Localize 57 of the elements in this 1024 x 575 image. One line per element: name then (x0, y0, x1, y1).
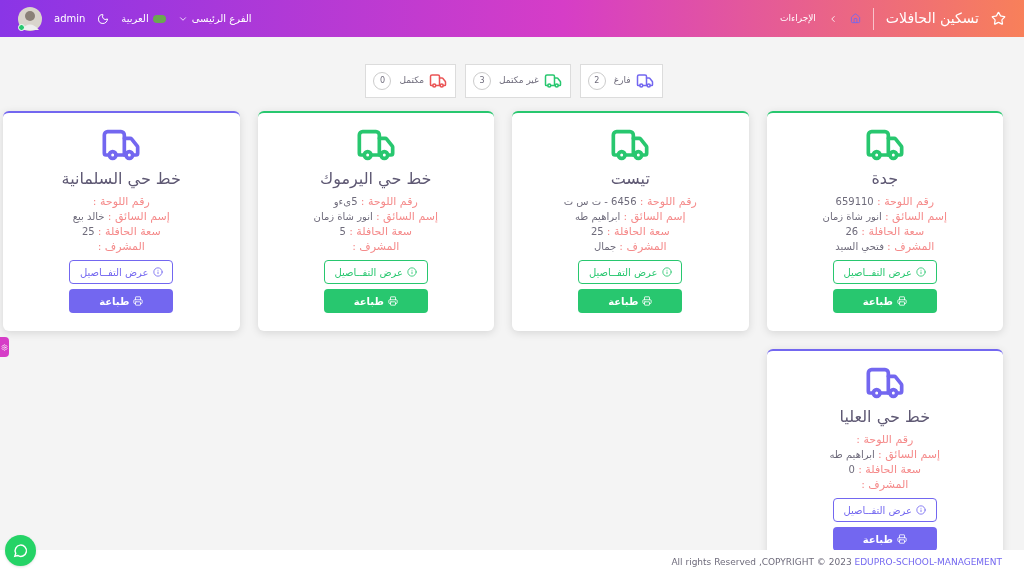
bus-name: خط حي العليا (839, 406, 930, 429)
branch-dropdown[interactable]: الفرع الرئيسى (177, 11, 252, 26)
flag-icon (152, 14, 166, 23)
status-label: غير مكتمل (499, 74, 539, 88)
language-selector[interactable]: العربية (121, 11, 166, 26)
bus-field: إسم السائق : ابراهيم طه (574, 210, 686, 224)
info-icon (916, 267, 927, 277)
info-icon (407, 267, 418, 277)
printer-icon (896, 534, 907, 544)
bus-field: المشرف : فتحي السيد (835, 240, 935, 254)
print-button[interactable]: طباعة (832, 289, 937, 313)
bus-field: إسم السائق : انور شاة زمان (822, 210, 947, 224)
breadcrumb-link[interactable]: الإجراءات (780, 11, 816, 26)
details-button[interactable]: عرض التفــاصيل (832, 260, 937, 284)
moon-icon[interactable] (97, 12, 110, 25)
bus-name: خط حي السلمانية (61, 168, 181, 191)
copyright-text: All rights Reserved ,COPYRIGHT © 2023 EDUPRO-SCHOOL-MANAGEMENT (671, 555, 1002, 569)
printer-icon (133, 296, 144, 306)
details-button[interactable]: عرض التفــاصيل (323, 260, 428, 284)
bus-field: رقم اللوحة : 6456 - ت س ت (563, 195, 697, 209)
settings-tab[interactable] (0, 337, 9, 357)
home-icon[interactable] (849, 13, 861, 24)
bus-field: المشرف : (352, 240, 400, 254)
bus-name: جدة (871, 168, 899, 190)
bus-field: المشرف : جمال (593, 240, 667, 254)
bus-field: رقم اللوحة : (92, 195, 150, 209)
status-label: فارغ (613, 74, 631, 88)
details-button[interactable]: عرض التفــاصيل (578, 260, 683, 284)
bus-field: إسم السائق : انور شاة زمان (313, 210, 438, 224)
print-button[interactable]: طباعة (832, 527, 937, 550)
print-button[interactable]: طباعة (578, 289, 683, 313)
bus-field: إسم السائق : ابراهيم طه (829, 448, 941, 462)
footer-link[interactable]: EDUPRO-SCHOOL-MANAGEMENT (854, 556, 1002, 567)
bus-field: المشرف : (97, 240, 145, 254)
details-button[interactable]: عرض التفــاصيل (69, 260, 174, 284)
username[interactable]: admin (54, 11, 86, 26)
printer-icon (387, 296, 398, 306)
bus-name: تيست (610, 168, 650, 190)
print-button[interactable]: طباعة (323, 289, 428, 313)
bus-field: رقم اللوحة : 5ىءو (333, 195, 418, 209)
status-label: مكتمل (399, 74, 424, 88)
star-icon[interactable] (991, 11, 1006, 26)
bus-field: رقم اللوحة : (856, 433, 914, 447)
bus-field: المشرف : (861, 478, 909, 492)
info-icon (661, 267, 672, 277)
page-title: تسكين الحافلات (885, 9, 979, 29)
details-button[interactable]: عرض التفــاصيل (832, 498, 937, 522)
info-icon (916, 505, 927, 515)
bus-name: خط حي اليرموك (320, 168, 432, 191)
whatsapp-button[interactable] (5, 535, 36, 566)
avatar[interactable] (18, 6, 42, 31)
printer-icon (896, 296, 907, 306)
printer-icon (642, 296, 653, 306)
bus-field: إسم السائق : خالد بيع (72, 210, 170, 224)
print-button[interactable]: طباعة (69, 289, 174, 313)
chat-icon (12, 542, 29, 559)
info-icon (152, 267, 163, 277)
